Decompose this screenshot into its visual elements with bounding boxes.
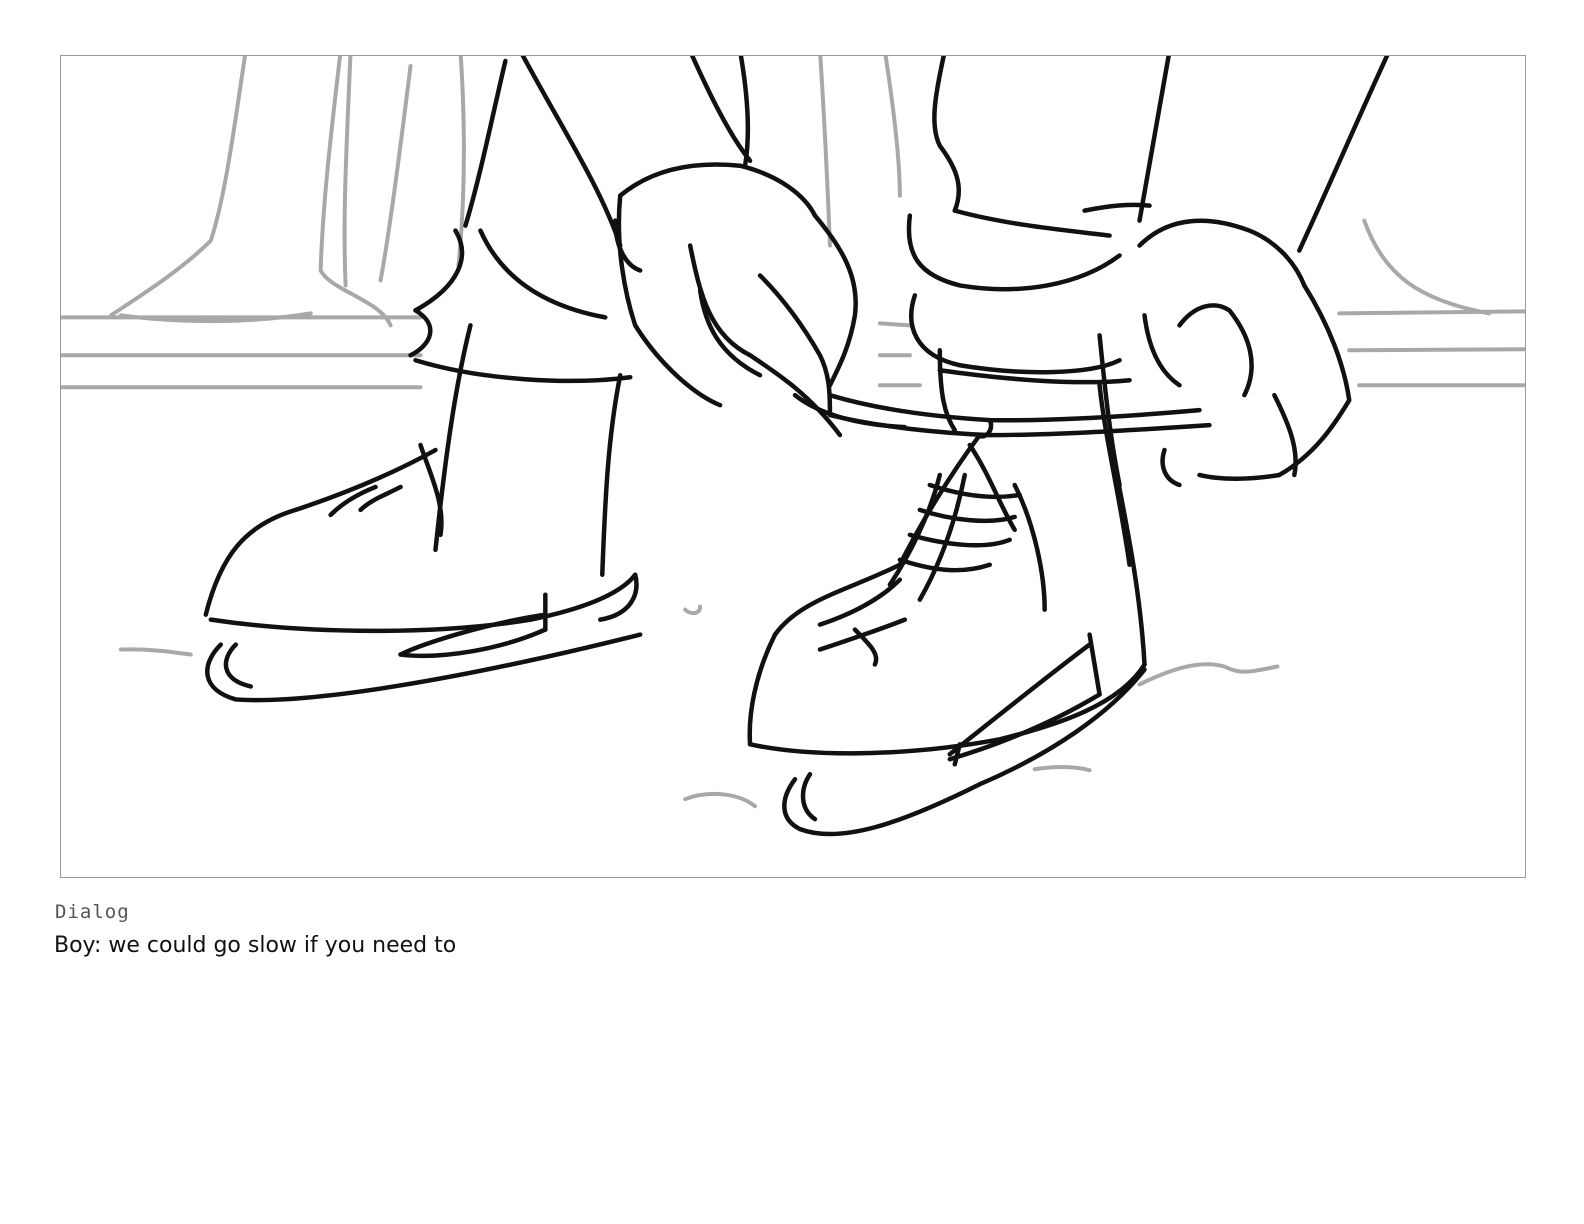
storyboard-sketch-image: [61, 56, 1525, 837]
main-sketch: [203, 56, 1390, 837]
background-sketch: [61, 56, 1525, 809]
dialog-label: Dialog: [55, 901, 130, 923]
dialog-text: Boy: we could go slow if you need to: [54, 933, 457, 958]
storyboard-panel: [60, 55, 1526, 878]
